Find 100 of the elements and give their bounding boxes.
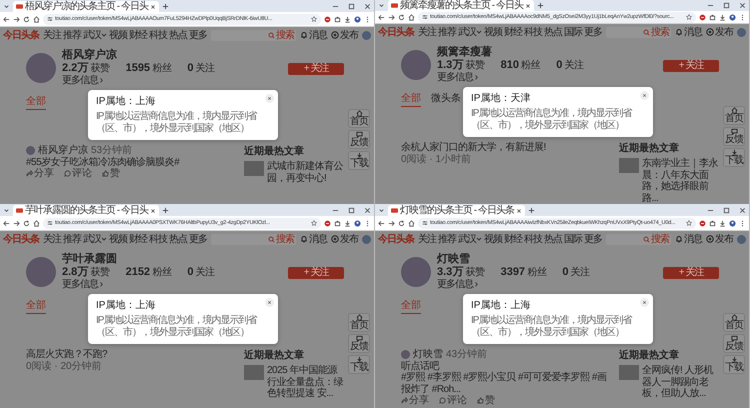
chevron-down-icon[interactable] bbox=[3, 3, 10, 10]
extension-icon[interactable] bbox=[324, 220, 331, 226]
like-button[interactable]: 赞 bbox=[477, 395, 495, 406]
comment-button[interactable]: 评论 bbox=[64, 168, 92, 180]
search-field[interactable]: 搜索 bbox=[606, 234, 671, 244]
share-button[interactable]: 分享 bbox=[401, 395, 429, 406]
menu-icon[interactable] bbox=[739, 14, 746, 20]
comment-button[interactable]: 评论 bbox=[439, 395, 467, 406]
nav-link[interactable]: 科技 bbox=[149, 232, 167, 246]
close-tab-icon[interactable] bbox=[150, 4, 156, 10]
reload-icon[interactable] bbox=[398, 14, 405, 20]
author-name[interactable]: 梧风穿户凉 bbox=[38, 145, 88, 156]
nav-link[interactable]: 科技 bbox=[149, 28, 167, 42]
search-field[interactable]: 搜索 bbox=[211, 234, 296, 244]
publish-link[interactable]: 发布 bbox=[706, 25, 733, 39]
nav-link[interactable]: 关注 bbox=[418, 232, 436, 246]
article-title[interactable]: 2025 年中国能源行业全量盘点：绿色转型提速 安... bbox=[267, 365, 344, 400]
menu-icon[interactable] bbox=[739, 220, 746, 226]
new-tab-icon[interactable] bbox=[536, 2, 544, 9]
minimize-icon[interactable] bbox=[707, 2, 714, 9]
notifications-link[interactable]: 消息 bbox=[300, 232, 327, 246]
nav-link[interactable]: 热点 bbox=[544, 232, 562, 246]
browser-tab[interactable]: 梧风穿户凉的头条主页 - 今日头 bbox=[13, 1, 159, 12]
article-title[interactable]: 东南学业主｜李永晨：八年东大面路，她选择眼前路... bbox=[642, 158, 719, 204]
browser-tab[interactable]: 芋叶承露圆的头条主页 - 今日头 bbox=[13, 205, 159, 216]
notifications-link[interactable]: 消息 bbox=[300, 28, 327, 42]
feedback-button[interactable]: 反馈 bbox=[348, 334, 370, 353]
minimize-icon[interactable] bbox=[332, 3, 339, 10]
download-icon[interactable] bbox=[719, 14, 726, 20]
notifications-link[interactable]: 消息 bbox=[675, 25, 702, 39]
star-icon[interactable] bbox=[686, 220, 692, 226]
close-icon[interactable] bbox=[739, 207, 746, 214]
reload-icon[interactable] bbox=[23, 16, 30, 22]
nav-link[interactable]: 财经 bbox=[129, 232, 147, 246]
site-info-icon[interactable] bbox=[422, 14, 428, 20]
notifications-link[interactable]: 消息 bbox=[675, 232, 702, 246]
more-info-link[interactable]: 更多信息 › bbox=[437, 279, 590, 291]
site-info-icon[interactable] bbox=[422, 220, 428, 226]
logo[interactable]: 今日头条 bbox=[3, 232, 39, 246]
like-button[interactable]: 赞 bbox=[102, 168, 120, 180]
article-title[interactable]: 武城市新建体育公园，再变中心! bbox=[267, 161, 344, 184]
nav-link[interactable]: 关注 bbox=[43, 28, 61, 42]
profile-icon[interactable] bbox=[354, 16, 361, 22]
new-tab-icon[interactable] bbox=[528, 207, 535, 214]
nav-link[interactable]: 国际 bbox=[564, 25, 582, 39]
article-title[interactable]: 全网疯传! 人形机器人一脚踢向老板，但助人放... bbox=[642, 365, 719, 400]
feedback-button[interactable]: 反馈 bbox=[723, 127, 745, 146]
nav-link[interactable]: 视频 bbox=[109, 232, 127, 246]
follow-button[interactable]: + 关注 bbox=[663, 267, 719, 279]
back-icon[interactable] bbox=[378, 220, 385, 226]
follow-button[interactable]: + 关注 bbox=[288, 267, 344, 279]
nav-link[interactable]: 武汉 bbox=[458, 232, 482, 246]
reload-icon[interactable] bbox=[23, 220, 30, 226]
reload-icon[interactable] bbox=[398, 220, 405, 226]
nav-link[interactable]: 科技 bbox=[524, 25, 542, 39]
puzzle-icon[interactable] bbox=[709, 220, 716, 226]
back-icon[interactable] bbox=[3, 220, 10, 226]
maximize-icon[interactable] bbox=[723, 207, 730, 214]
forward-icon[interactable] bbox=[388, 14, 395, 20]
nav-link[interactable]: 推荐 bbox=[63, 232, 81, 246]
article-title[interactable]: 余杭人家门口的新大学，有新进展! bbox=[401, 142, 615, 154]
search-button[interactable]: 搜索 bbox=[266, 234, 296, 244]
site-info-icon[interactable] bbox=[47, 220, 53, 226]
nav-link[interactable]: 热点 bbox=[169, 232, 187, 246]
star-icon[interactable] bbox=[311, 16, 317, 22]
feed-tab[interactable]: 全部 bbox=[26, 96, 46, 110]
nav-link[interactable]: 视频 bbox=[484, 232, 502, 246]
nav-link[interactable]: 国际 bbox=[564, 232, 582, 246]
download-button[interactable]: 下载 bbox=[348, 355, 370, 374]
nav-link[interactable]: 财经 bbox=[504, 25, 522, 39]
feed-tab[interactable]: 全部 bbox=[26, 300, 46, 314]
nav-link[interactable]: 关注 bbox=[43, 232, 61, 246]
close-tab-icon[interactable] bbox=[516, 208, 522, 214]
profile-icon[interactable] bbox=[729, 220, 736, 226]
nav-link[interactable]: 关注 bbox=[418, 25, 436, 39]
more-info-link[interactable]: 更多信息 › bbox=[62, 75, 215, 87]
nav-link[interactable]: 更多 bbox=[189, 28, 207, 42]
extension-icon[interactable] bbox=[324, 16, 331, 22]
forward-icon[interactable] bbox=[13, 16, 20, 22]
nav-link[interactable]: 武汉 bbox=[458, 25, 482, 39]
chevron-down-icon[interactable] bbox=[378, 207, 385, 214]
home-icon[interactable] bbox=[408, 220, 415, 226]
back-icon[interactable] bbox=[3, 16, 10, 22]
nav-link[interactable]: 财经 bbox=[504, 232, 522, 246]
close-button[interactable] bbox=[265, 94, 274, 103]
publish-link[interactable]: 发布 bbox=[331, 28, 358, 42]
profile-icon[interactable] bbox=[354, 220, 361, 226]
close-button[interactable] bbox=[640, 91, 649, 100]
author-name[interactable]: 灯映雪 bbox=[413, 349, 443, 360]
logo[interactable]: 今日头条 bbox=[378, 25, 414, 39]
maximize-icon[interactable] bbox=[723, 2, 730, 9]
back-icon[interactable] bbox=[378, 14, 385, 20]
nav-link[interactable]: 更多 bbox=[584, 232, 602, 246]
feed-tab[interactable]: 全部 bbox=[401, 93, 421, 107]
forward-icon[interactable] bbox=[13, 220, 20, 226]
home-button[interactable]: 首页 bbox=[348, 109, 370, 128]
nav-link[interactable]: 财经 bbox=[129, 28, 147, 42]
puzzle-icon[interactable] bbox=[709, 14, 716, 20]
nav-link[interactable]: 推荐 bbox=[438, 25, 456, 39]
profile-icon[interactable] bbox=[729, 14, 736, 20]
